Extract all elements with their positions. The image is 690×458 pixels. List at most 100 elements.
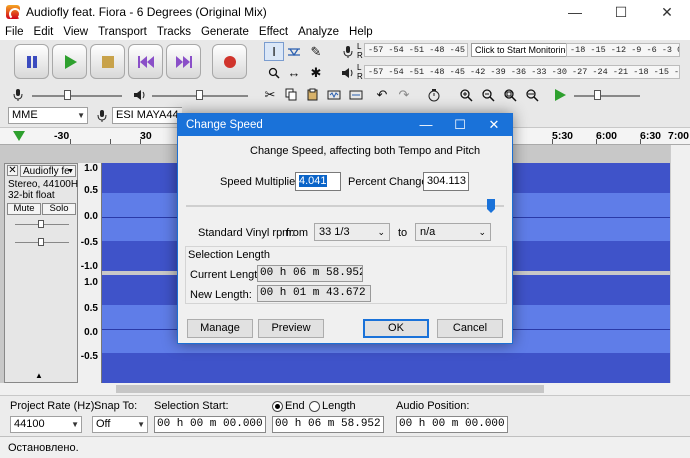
speed-slider-knob[interactable]	[486, 198, 496, 214]
close-button[interactable]: ✕	[644, 0, 690, 24]
play-at-speed-icon[interactable]	[550, 85, 570, 104]
menu-effect[interactable]: Effect	[254, 24, 293, 40]
speed-multiplier-input[interactable]: 4.041	[295, 172, 341, 191]
timeline-pin-icon[interactable]	[12, 130, 26, 142]
record-button[interactable]	[212, 44, 247, 79]
pan-slider[interactable]	[38, 238, 44, 246]
audio-host-value: MME	[12, 109, 38, 121]
gain-slider[interactable]	[38, 220, 44, 228]
selection-end-field[interactable]: 00 h 06 m 58.952 s	[272, 416, 384, 433]
menu-tracks[interactable]: Tracks	[152, 24, 196, 40]
track-name: Audiofly fe	[23, 166, 70, 177]
dialog-close-button[interactable]: ✕	[478, 114, 510, 136]
copy-icon[interactable]	[281, 85, 301, 104]
playback-channel-r: R	[357, 72, 363, 81]
project-rate-select[interactable]: 44100 ▼	[10, 416, 82, 433]
collapse-track-icon[interactable]: ▲	[35, 371, 43, 380]
record-meter-tooltip[interactable]: Click to Start Monitoring	[471, 43, 575, 57]
audio-host-select[interactable]: MME ▼	[8, 107, 88, 124]
pause-icon	[26, 55, 37, 68]
selection-tool-icon[interactable]: I	[264, 42, 284, 61]
preview-button[interactable]: Preview	[258, 319, 324, 338]
audio-position-field[interactable]: 00 h 00 m 00.000 s	[396, 416, 508, 433]
recording-volume-slider[interactable]	[64, 90, 71, 100]
snap-to-select[interactable]: Off ▼	[92, 416, 148, 433]
undo-icon[interactable]: ↶	[372, 85, 392, 104]
chevron-down-icon: ⌄	[478, 227, 486, 237]
maximize-button[interactable]: ☐	[598, 0, 644, 24]
selection-length-label: Selection Length	[188, 249, 270, 261]
time-shift-tool-icon[interactable]: ↔	[284, 63, 304, 82]
trim-icon[interactable]	[324, 85, 344, 104]
meter-channel-l: L	[357, 42, 362, 51]
playback-volume-slider[interactable]	[196, 90, 203, 100]
recording-device-select[interactable]: ESI MAYA44 XTe	[112, 107, 182, 124]
selection-start-field[interactable]: 00 h 00 m 00.000 s	[154, 416, 266, 433]
fit-project-icon[interactable]	[522, 85, 542, 104]
paste-icon[interactable]	[302, 85, 322, 104]
track-mute-button[interactable]: Mute	[7, 203, 41, 215]
timeline-tick	[110, 139, 111, 144]
cut-icon[interactable]: ✂	[260, 85, 280, 104]
silence-icon[interactable]	[346, 85, 366, 104]
menu-help[interactable]: Help	[344, 24, 378, 40]
cancel-button[interactable]: Cancel	[437, 319, 503, 338]
skip-to-start-icon	[137, 55, 154, 68]
zoom-out-icon[interactable]	[478, 85, 498, 104]
play-icon	[64, 54, 77, 69]
redo-icon[interactable]: ↷	[394, 85, 414, 104]
dialog-maximize-button[interactable]: ☐	[444, 114, 476, 136]
track-close-button[interactable]: ✕	[7, 165, 18, 176]
playback-meter-scale[interactable]: -57 -54 -51 -48 -45 -42 -39 -36 -33 -30 …	[364, 65, 680, 79]
menu-view[interactable]: View	[58, 24, 93, 40]
audacity-logo-icon	[6, 5, 21, 20]
track-name-menu[interactable]: Audiofly fe ▼	[20, 165, 76, 177]
stop-button[interactable]	[90, 44, 125, 79]
pause-button[interactable]	[14, 44, 49, 79]
from-rpm-select[interactable]: 33 1/3 ⌄	[314, 223, 390, 241]
new-length-field[interactable]: 00 h 01 m 43.672 s	[257, 285, 371, 302]
menu-analyze[interactable]: Analyze	[293, 24, 344, 40]
vertical-scrollbar[interactable]	[670, 145, 690, 383]
menu-generate[interactable]: Generate	[196, 24, 254, 40]
current-length-label: Current Length:	[190, 269, 267, 281]
minimize-button[interactable]: —	[552, 0, 598, 24]
manage-button[interactable]: Manage	[187, 319, 253, 338]
record-icon	[223, 55, 236, 68]
track-control-panel[interactable]: ✕ Audiofly fe ▼ Stereo, 44100Hz 32-bit fl…	[4, 163, 83, 383]
skip-to-start-button[interactable]	[128, 44, 163, 79]
length-radio[interactable]	[309, 401, 320, 412]
to-rpm-select[interactable]: n/a ⌄	[415, 223, 491, 241]
dialog-minimize-button[interactable]: —	[410, 114, 442, 136]
record-meter-left-scale[interactable]: -57 -54 -51 -48 -45 -42 -3	[364, 43, 468, 57]
draw-tool-icon[interactable]: ✎	[306, 42, 326, 61]
chevron-down-icon: ▼	[71, 420, 79, 429]
ruler-label: -0.5	[80, 351, 98, 362]
envelope-tool-icon[interactable]	[284, 42, 304, 61]
horizontal-scrollbar-thumb[interactable]	[116, 385, 544, 393]
ok-button[interactable]: OK	[363, 319, 429, 338]
play-at-speed-slider[interactable]	[594, 90, 601, 100]
horizontal-scrollbar[interactable]	[102, 383, 670, 395]
stop-icon	[101, 55, 114, 68]
speaker-icon[interactable]	[338, 63, 358, 82]
status-bar: Остановлено.	[0, 436, 690, 458]
menu-transport[interactable]: Transport	[93, 24, 152, 40]
microphone-icon[interactable]	[338, 42, 358, 61]
zoom-tool-icon[interactable]	[264, 63, 284, 82]
ruler-label: 1.0	[84, 163, 98, 174]
record-meter-right-scale[interactable]: -18 -15 -12 -9 -6 -3 0	[566, 43, 680, 57]
skip-to-end-icon	[175, 55, 192, 68]
percent-change-input[interactable]: 304.113	[423, 172, 469, 191]
sync-lock-icon[interactable]	[424, 85, 444, 104]
skip-to-end-button[interactable]	[166, 44, 201, 79]
selection-start-label: Selection Start:	[154, 400, 229, 412]
fit-selection-icon[interactable]	[500, 85, 520, 104]
multi-tool-icon[interactable]: ✱	[306, 63, 326, 82]
end-radio[interactable]	[272, 401, 283, 412]
zoom-in-icon[interactable]	[456, 85, 476, 104]
menu-file[interactable]: File	[0, 24, 29, 40]
play-button[interactable]	[52, 44, 87, 79]
track-solo-button[interactable]: Solo	[42, 203, 76, 215]
menu-edit[interactable]: Edit	[29, 24, 59, 40]
